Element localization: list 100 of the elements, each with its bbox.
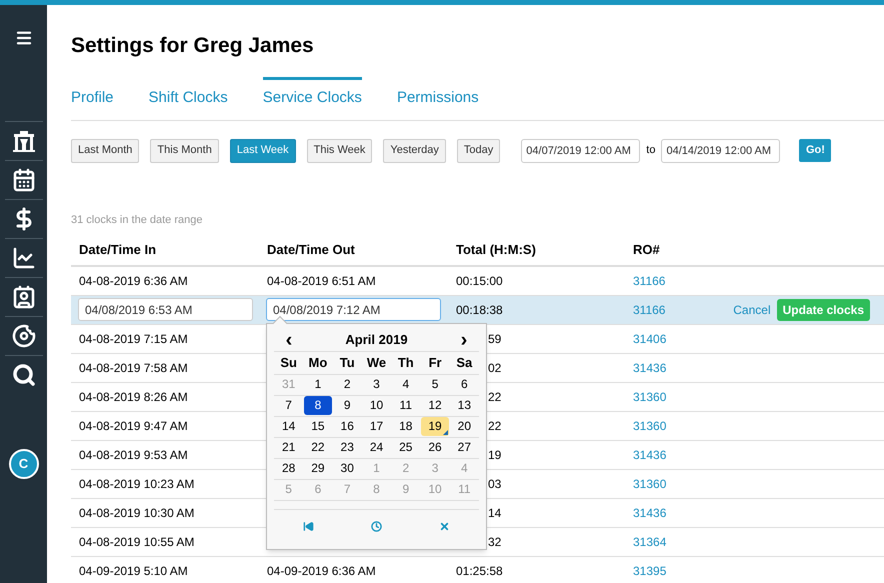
ro-link[interactable]: 31360 [633, 476, 666, 490]
total-time: 14 [488, 506, 502, 520]
total-time: 00:18:38 [456, 302, 503, 316]
next-month-button[interactable]: › [449, 330, 479, 350]
calendar-day[interactable]: 2 [334, 374, 361, 394]
calendar-day[interactable]: 1 [304, 374, 332, 394]
calendar-day[interactable]: 15 [304, 416, 332, 436]
calendar-day[interactable]: 14 [275, 416, 302, 436]
donut-icon[interactable] [12, 324, 36, 348]
calendar-day[interactable]: 23 [334, 438, 361, 456]
calendar-day[interactable]: 21 [275, 438, 302, 456]
total-time: 03 [488, 476, 502, 490]
calendar-day[interactable]: 27 [450, 438, 478, 456]
line-chart-icon[interactable] [12, 246, 36, 270]
weekday-label: Th [396, 354, 415, 372]
calendar-day[interactable]: 17 [362, 416, 390, 436]
column-header: Date/Time In [79, 242, 156, 257]
calendar-day[interactable]: 28 [275, 458, 302, 478]
calendar-day[interactable]: 9 [334, 396, 361, 414]
total-time: 22 [488, 418, 502, 432]
date-range-button[interactable]: Yesterday [383, 138, 446, 162]
calendar-day[interactable]: 19 [421, 416, 449, 436]
weekday-label: Su [279, 354, 298, 372]
calendar-day[interactable]: 24 [362, 438, 390, 456]
ro-link[interactable]: 31395 [633, 564, 666, 578]
total-time: 01:25:58 [456, 564, 503, 578]
weekday-label: Tu [338, 354, 356, 372]
calendar-day[interactable]: 20 [450, 416, 478, 436]
total-time: 22 [488, 390, 502, 404]
month-title: April 2019 [344, 331, 409, 350]
calendar-day[interactable]: 10 [362, 396, 390, 414]
time-in-text: 04-08-2019 10:23 AM [79, 476, 194, 490]
tab[interactable]: Shift Clocks [148, 77, 228, 120]
weekday-label: Mo [308, 354, 328, 372]
ro-link[interactable]: 31436 [633, 448, 666, 462]
ro-link[interactable]: 31360 [633, 418, 666, 432]
time-out-text: 04-08-2019 6:51 AM [267, 274, 376, 288]
calendar-day[interactable]: 3 [362, 374, 390, 394]
calendar-day[interactable]: 18 [392, 416, 420, 436]
calendar-day[interactable]: 26 [421, 438, 449, 456]
time-in-text: 04-08-2019 9:53 AM [79, 448, 188, 462]
column-header: RO# [633, 242, 660, 257]
weekday-label: Fr [428, 354, 443, 372]
tab[interactable]: Permissions [396, 77, 479, 120]
ro-link[interactable]: 31436 [633, 506, 666, 520]
page-title: Settings for Greg James [71, 33, 315, 59]
total-time: 59 [488, 332, 502, 346]
weekday-label: We [366, 354, 388, 372]
calendar-day[interactable]: 7 [275, 396, 302, 414]
time-in-text: 04-08-2019 9:47 AM [79, 418, 188, 432]
tab[interactable]: Profile [71, 77, 114, 120]
contact-card-icon[interactable] [12, 285, 36, 309]
time-in-text: 04-08-2019 7:15 AM [79, 332, 188, 346]
date-range-button[interactable]: Today [456, 138, 500, 162]
calendar-day[interactable]: 6 [450, 374, 478, 394]
total-time: 32 [488, 534, 502, 548]
ro-link[interactable]: 31436 [633, 360, 666, 374]
calendar-icon[interactable] [12, 168, 36, 192]
end-date-field[interactable]: 04/14/2019 12:00 AM [661, 138, 780, 162]
ro-link[interactable]: 31166 [633, 274, 666, 288]
calendar-day[interactable]: 12 [421, 396, 449, 414]
time-in-text: 04-08-2019 8:26 AM [79, 390, 188, 404]
ro-link[interactable]: 31406 [633, 332, 666, 346]
date-range-button[interactable]: This Month [150, 138, 219, 162]
column-header: Total (H:M:S) [456, 242, 536, 257]
column-header: Date/Time Out [267, 242, 355, 257]
tab[interactable]: Service Clocks [262, 77, 362, 120]
time-in-text: 04-08-2019 10:30 AM [79, 506, 194, 520]
time-in-field[interactable]: 04/08/2019 6:53 AM [78, 298, 253, 321]
building-icon[interactable] [12, 129, 36, 153]
calendar-day[interactable]: 22 [304, 438, 332, 456]
calendar-day[interactable]: 16 [334, 416, 361, 436]
calendar-day[interactable]: 13 [450, 396, 478, 414]
calendar-day[interactable]: 4 [392, 374, 420, 394]
search-icon[interactable] [12, 363, 36, 387]
calendar-day[interactable]: 29 [304, 458, 332, 478]
start-date-field[interactable]: 04/07/2019 12:00 AM [521, 138, 640, 162]
time-out-field[interactable]: 04/08/2019 7:12 AM [266, 298, 441, 321]
calendar-day[interactable]: 11 [392, 396, 420, 414]
clock-icon[interactable] [370, 520, 382, 532]
total-time: 00:15:00 [456, 274, 503, 288]
calendar-day[interactable]: 5 [421, 374, 449, 394]
today-icon[interactable] [302, 520, 314, 532]
time-out-text: 04-09-2019 6:36 AM [267, 564, 376, 578]
menu-icon[interactable] [14, 29, 32, 47]
calendar-day[interactable]: 25 [392, 438, 420, 456]
time-in-text: 04-08-2019 7:58 AM [79, 360, 188, 374]
ro-link[interactable]: 31360 [633, 390, 666, 404]
calendar-day[interactable]: 30 [334, 458, 361, 478]
date-range-button[interactable]: Last Month [71, 138, 140, 162]
total-time: 19 [488, 448, 502, 462]
calendar-day[interactable]: 8 [304, 396, 332, 414]
time-in-text: 04-09-2019 5:10 AM [79, 564, 188, 578]
close-icon[interactable] [439, 520, 450, 532]
ro-link[interactable]: 31364 [633, 534, 666, 548]
time-in-text: 04-08-2019 6:36 AM [79, 274, 188, 288]
to-label: to [646, 143, 656, 158]
total-time: 02 [488, 360, 502, 374]
date-range-button[interactable]: This Week [306, 138, 372, 162]
previous-month-button[interactable]: ‹ [274, 330, 304, 350]
